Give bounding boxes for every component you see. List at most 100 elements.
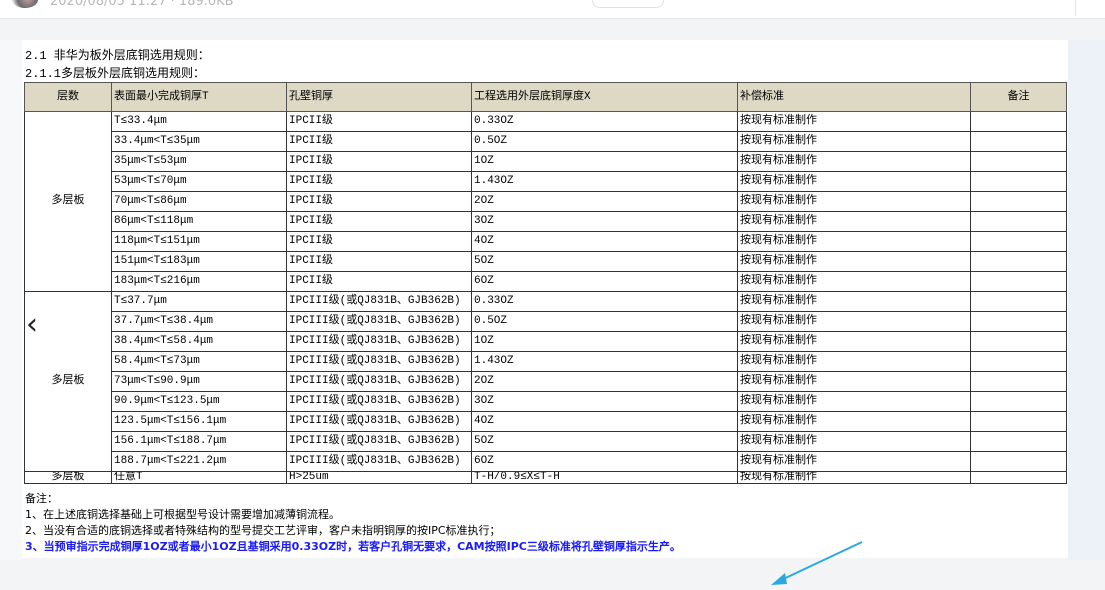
table-row: 70μm<T≤86μm IPCII级 2OZ 按现有标准制作 <box>25 191 1067 212</box>
action-button[interactable] <box>592 0 664 8</box>
copper-table: 层数 表面最小完成铜厚T 孔壁铜厚 工程选用外层底铜厚度X 补偿标准 备注 多层板 T≤33… <box>24 82 1067 484</box>
table-row: 90.9μm<T≤123.5μm IPCIII级(或QJ831B、GJB362B)… <box>25 391 1067 412</box>
table-cell: 0.33OZ <box>471 291 738 312</box>
notes-title: 备注： <box>25 492 58 505</box>
table-cell: IPCII级 <box>286 111 472 132</box>
table-cell: IPCII级 <box>286 231 472 252</box>
table-cell: 0.5OZ <box>471 311 738 332</box>
table-cell: 按现有标准制作 <box>737 231 971 252</box>
remark-cell <box>970 151 1067 172</box>
table-cell: IPCIII级(或QJ831B、GJB362B) <box>286 411 472 432</box>
column-header: 层数 <box>24 82 112 112</box>
table-cell: IPCII级 <box>286 211 472 232</box>
table-cell: 35μm<T≤53μm <box>111 151 287 172</box>
table-cell: IPCIII级(或QJ831B、GJB362B) <box>286 291 472 312</box>
remark-cell <box>970 391 1067 412</box>
table-cell: 0.5OZ <box>471 131 738 152</box>
divider <box>1075 0 1076 16</box>
table-cell: 按现有标准制作 <box>737 391 971 412</box>
table-cell: 3OZ <box>471 211 738 232</box>
table-cell: 6OZ <box>471 451 738 472</box>
top-bar: 2020/08/05 11:27 · 189.0KB <box>0 0 1105 19</box>
remark-cell <box>970 191 1067 212</box>
table-cell: 按现有标准制作 <box>737 211 971 232</box>
table-cell: 4OZ <box>471 231 738 252</box>
table-cell: 183μm<T≤216μm <box>111 271 287 292</box>
arrow-icon <box>771 541 863 585</box>
table-cell: 按现有标准制作 <box>737 271 971 292</box>
note-3: 3、当预审指示完成铜厚1OZ或者最小1OZ且基铜采用0.33OZ时，若客户孔铜无… <box>25 540 681 553</box>
remark-cell <box>970 211 1067 232</box>
table-row: 183μm<T≤216μm IPCII级 6OZ 按现有标准制作 <box>25 271 1067 292</box>
table-cell: 73μm<T≤90.9μm <box>111 371 287 392</box>
table-cell: 按现有标准制作 <box>737 431 971 452</box>
table-cell: 156.1μm<T≤188.7μm <box>111 431 287 452</box>
table-cell: 118μm<T≤151μm <box>111 231 287 252</box>
note-1: 1、在上述底铜选择基础上可根据型号设计需要增加减薄铜流程。 <box>25 508 340 521</box>
remark-cell <box>970 451 1067 472</box>
table-row: 多层板 任意T H>25um T-H/0.9≤X≤T-H 按现有标准制作 <box>24 471 1067 484</box>
table-row: 151μm<T≤183μm IPCII级 5OZ 按现有标准制作 <box>25 251 1067 272</box>
table-cell: 6OZ <box>471 271 738 292</box>
table-cell: 0.33OZ <box>471 111 738 132</box>
table-cell: 37.7μm<T≤38.4μm <box>111 311 287 332</box>
chevron-left-icon[interactable]: ‹ <box>26 310 38 340</box>
table-cell: 按现有标准制作 <box>737 171 971 192</box>
document-image: 2.1 非华为板外层底铜选用规则： 2.1.1多层板外层底铜选用规则： 层数 表面… <box>22 40 1068 585</box>
table-cell: IPCII级 <box>286 151 472 172</box>
remark-cell <box>970 111 1067 132</box>
table-row: 123.5μm<T≤156.1μm IPCIII级(或QJ831B、GJB362B… <box>25 411 1067 432</box>
column-header: 备注 <box>970 82 1067 112</box>
table-row: 多层板 T≤37.7μm IPCIII级(或QJ831B、GJB362B) 0.33O… <box>24 291 1067 472</box>
table-cell: 任意T <box>111 471 287 484</box>
table-cell: 5OZ <box>471 431 738 452</box>
table-row: 73μm<T≤90.9μm IPCIII级(或QJ831B、GJB362B) 2OZ… <box>25 371 1067 392</box>
table-cell: IPCIII级(或QJ831B、GJB362B) <box>286 431 472 452</box>
table-cell: 4OZ <box>471 411 738 432</box>
table-cell: 2OZ <box>471 191 738 212</box>
table-cell: 按现有标准制作 <box>737 411 971 432</box>
remark-cell <box>970 351 1067 372</box>
table-cell: 1OZ <box>471 151 738 172</box>
table-cell: 按现有标准制作 <box>737 371 971 392</box>
note-2: 2、当没有合适的底铜选择或者特殊结构的型号提交工艺评审，客户未指明铜厚的按IPC… <box>25 524 501 537</box>
remark-cell <box>970 271 1067 292</box>
column-header: 表面最小完成铜厚T <box>111 82 287 112</box>
table-cell: 按现有标准制作 <box>737 351 971 372</box>
remark-cell <box>970 131 1067 152</box>
table-cell: 53μm<T≤70μm <box>111 171 287 192</box>
table-cell: 按现有标准制作 <box>737 191 971 212</box>
remark-cell <box>970 431 1067 452</box>
file-meta: 2020/08/05 11:27 · 189.0KB <box>50 0 234 9</box>
table-cell: IPCIII级(或QJ831B、GJB362B) <box>286 391 472 412</box>
heading-2-1-1: 2.1.1多层板外层底铜选用规则： <box>25 67 206 81</box>
table-cell: T-H/0.9≤X≤T-H <box>471 471 738 484</box>
table-cell: 58.4μm<T≤73μm <box>111 351 287 372</box>
table-cell: 按现有标准制作 <box>737 251 971 272</box>
table-cell: 70μm<T≤86μm <box>111 191 287 212</box>
table-cell: IPCIII级(或QJ831B、GJB362B) <box>286 451 472 472</box>
table-cell: 按现有标准制作 <box>737 311 971 332</box>
right-panel <box>1068 40 1105 560</box>
remark-cell <box>970 291 1067 312</box>
table-cell: T≤37.7μm <box>111 291 287 312</box>
table-cell: IPCII级 <box>286 191 472 212</box>
layer-cell: 多层板 <box>24 111 112 292</box>
table-row: 156.1μm<T≤188.7μm IPCIII级(或QJ831B、GJB362B… <box>25 431 1067 452</box>
table-cell: 多层板 <box>24 471 112 484</box>
table-row: 35μm<T≤53μm IPCII级 1OZ 按现有标准制作 <box>25 151 1067 172</box>
table-cell: 按现有标准制作 <box>737 111 971 132</box>
remark-cell <box>970 371 1067 392</box>
table-cell: 151μm<T≤183μm <box>111 251 287 272</box>
table-cell: T≤33.4μm <box>111 111 287 132</box>
table-row: 86μm<T≤118μm IPCII级 3OZ 按现有标准制作 <box>25 211 1067 232</box>
table-row: 多层板 T≤33.4μm IPCII级 0.33OZ 按现有标准制作 <box>24 111 1067 292</box>
table-row: 33.4μm<T≤35μm IPCII级 0.5OZ 按现有标准制作 <box>25 131 1067 152</box>
table-cell: IPCII级 <box>286 251 472 272</box>
table-cell: 90.9μm<T≤123.5μm <box>111 391 287 412</box>
table-cell: IPCIII级(或QJ831B、GJB362B) <box>286 311 472 332</box>
table-cell: 按现有标准制作 <box>737 471 971 484</box>
remark-cell <box>970 251 1067 272</box>
avatar[interactable] <box>12 0 38 8</box>
table-cell: 按现有标准制作 <box>737 291 971 312</box>
